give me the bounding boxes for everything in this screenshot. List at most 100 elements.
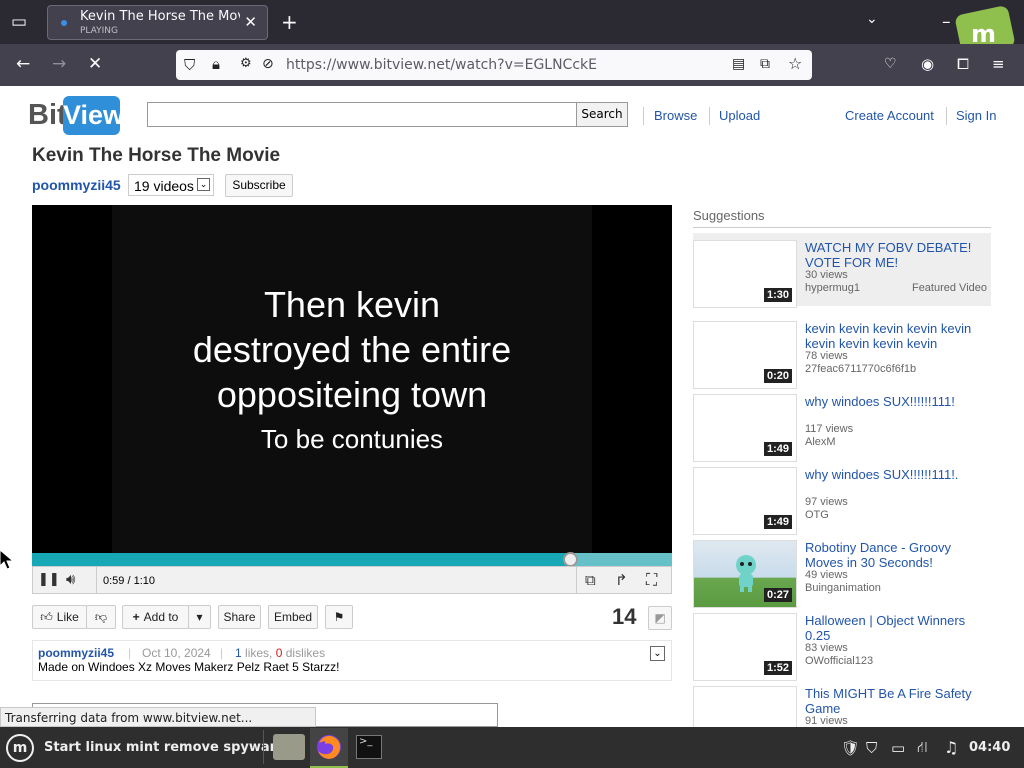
suggestion-thumbnail[interactable]: 1:49 [693,467,797,535]
security-shield-icon[interactable]: ⛉ [866,739,877,757]
create-account-link[interactable]: Create Account [845,108,934,123]
tab-list-icon[interactable]: ▭ [11,12,27,32]
share-arrow-icon[interactable]: ↱ [615,571,628,589]
terminal-icon[interactable]: >_ [356,735,382,759]
like-button[interactable]: 👍︎ Like [32,605,87,629]
suggestion-thumbnail[interactable]: 1:49 [693,394,797,462]
suggestion-thumbnail[interactable]: 1:30 [693,240,797,308]
reader-view-icon[interactable]: ▤ [732,56,745,72]
seek-handle[interactable] [562,552,578,567]
fullscreen-icon[interactable]: ⛶ [646,570,657,590]
thumbs-down-icon: 👎︎ [94,610,108,624]
suggestion-author[interactable]: OTG [805,509,829,521]
embed-button[interactable]: Embed [268,605,318,629]
suggestion-author[interactable]: AlexM [805,436,836,448]
popout-icon[interactable]: ⧉ [585,571,596,589]
suggestion-item[interactable]: This MIGHT Be A Fire Safety Game 91 view… [693,679,991,727]
mint-menu-icon[interactable]: m [6,734,34,762]
back-icon[interactable]: ← [16,54,30,74]
url-text[interactable]: https://www.bitview.net/watch?v=EGLNCckE [286,57,597,73]
sign-in-link[interactable]: Sign In [956,108,996,123]
permissions-icon[interactable]: ⚙ [240,56,252,71]
bookmark-star-icon[interactable]: ☆ [788,54,802,73]
suggestion-title[interactable]: Halloween | Object Winners 0.25 [805,613,985,643]
start-menu-label[interactable]: Start linux mint remove spyware [44,740,285,755]
suggestion-thumbnail[interactable] [693,686,797,727]
playing-indicator-icon [61,20,67,26]
suggestion-item[interactable]: 1:52 Halloween | Object Winners 0.25 83 … [693,606,991,681]
add-to-dropdown[interactable]: ▾ [188,605,211,629]
uploader-link[interactable]: poommyzii45 [32,177,121,193]
suggestion-item[interactable]: 0:20 kevin kevin kevin kevin kevin kevin… [693,314,991,389]
music-icon[interactable]: ♫ [944,738,958,757]
extensions-icon[interactable]: ⧠ [957,55,969,73]
suggestion-title[interactable]: WATCH MY FOBV DEBATE! VOTE FOR ME! [805,240,985,270]
suggestion-item[interactable]: 1:49 why windoes SUX!!!!!!111! 117 views… [693,387,991,462]
browser-tab[interactable]: Kevin The Horse The Movie PLAYING ✕ [47,5,268,40]
tab-title: Kevin The Horse The Movie [80,9,240,24]
display-icon[interactable]: ▭ [891,739,905,757]
volume-icon[interactable]: 🔊︎ [66,570,75,588]
file-manager-icon[interactable] [273,734,305,760]
lock-icon[interactable]: 🔒︎ [212,55,220,73]
firefox-taskbar-item[interactable] [310,728,348,768]
network-icon[interactable]: ⛙ [917,738,928,758]
chart-icon: ◩ [654,611,666,625]
subscribe-button[interactable]: Subscribe [225,174,293,197]
description-uploader[interactable]: poommyzii45 [38,646,114,660]
duration-badge: 1:49 [763,442,792,456]
suggestion-title[interactable]: why windoes SUX!!!!!!111! [805,394,985,409]
forward-icon[interactable]: → [52,54,66,74]
nav-browse[interactable]: Browse [654,108,697,123]
share-button[interactable]: Share [218,605,261,629]
suggestion-title[interactable]: This MIGHT Be A Fire Safety Game [805,686,985,716]
picture-in-picture-icon[interactable]: ⧉ [760,56,770,72]
video-count-dropdown[interactable]: 19 videos ⌄ [128,174,214,196]
new-tab-icon[interactable]: + [281,10,298,34]
mouse-cursor-icon [0,549,15,574]
suggestion-author[interactable]: OWofficial123 [805,655,873,667]
suggestion-thumbnail[interactable]: 0:27 [693,540,797,608]
likes-word: likes, [245,646,273,660]
pocket-icon[interactable]: ♡ [884,56,897,72]
account-icon[interactable]: ◉ [921,55,934,73]
update-manager-icon[interactable]: 🛡︎ [841,739,860,757]
clock[interactable]: 04:40 [969,740,1010,755]
plus-icon: + [132,610,140,624]
divider [96,567,97,593]
stop-loading-icon[interactable]: ✕ [88,54,102,74]
add-to-label: Add to [143,610,179,624]
divider [709,107,710,125]
caption-line: Then kevin [263,284,441,325]
suggestion-author[interactable]: hypermug1 [805,282,860,294]
suggestion-title[interactable]: Robotiny Dance - Groovy Moves in 30 Seco… [805,540,985,570]
shield-icon[interactable]: ⛉ [184,56,195,74]
tab-overflow-chevron-icon[interactable]: ⌄ [866,11,878,27]
dislike-button[interactable]: 👎︎ [86,605,116,629]
suggestion-item[interactable]: 0:27 Robotiny Dance - Groovy Moves in 30… [693,533,991,608]
suggestion-thumbnail[interactable]: 1:52 [693,613,797,681]
suggestion-author[interactable]: 27feac6711770c6f6f1b [805,363,916,375]
suggestion-title[interactable]: kevin kevin kevin kevin kevin kevin kevi… [805,321,985,351]
suggestion-item[interactable]: 1:30 WATCH MY FOBV DEBATE! VOTE FOR ME! … [693,233,991,308]
suggestion-item[interactable]: 1:49 why windoes SUX!!!!!!111!. 97 views… [693,460,991,535]
menu-icon[interactable]: ≡ [992,55,1005,73]
search-input[interactable] [147,102,577,127]
caption-line: destroyed the entire [192,329,512,370]
suggestion-thumbnail[interactable]: 0:20 [693,321,797,389]
nav-upload[interactable]: Upload [719,108,760,123]
flag-button[interactable]: ⚑ [325,605,353,629]
view-count: 14 [612,604,637,629]
minimize-icon[interactable]: – [942,12,951,32]
expand-description-icon[interactable]: ⌄ [650,646,665,661]
close-tab-icon[interactable]: ✕ [244,13,257,31]
pause-icon[interactable]: ❚❚ [38,572,60,587]
suggestion-title[interactable]: why windoes SUX!!!!!!111!. [805,467,985,482]
tracking-blocked-icon[interactable]: ⊘ [262,56,274,72]
stats-button[interactable]: ◩ [648,606,672,630]
search-button[interactable]: Search [576,102,628,127]
suggestion-author[interactable]: Buinganimation [805,582,881,594]
add-to-button[interactable]: + Add to [122,605,189,629]
caption-line: oppositeing town [216,374,488,415]
dislikes-word: dislikes [285,646,326,660]
